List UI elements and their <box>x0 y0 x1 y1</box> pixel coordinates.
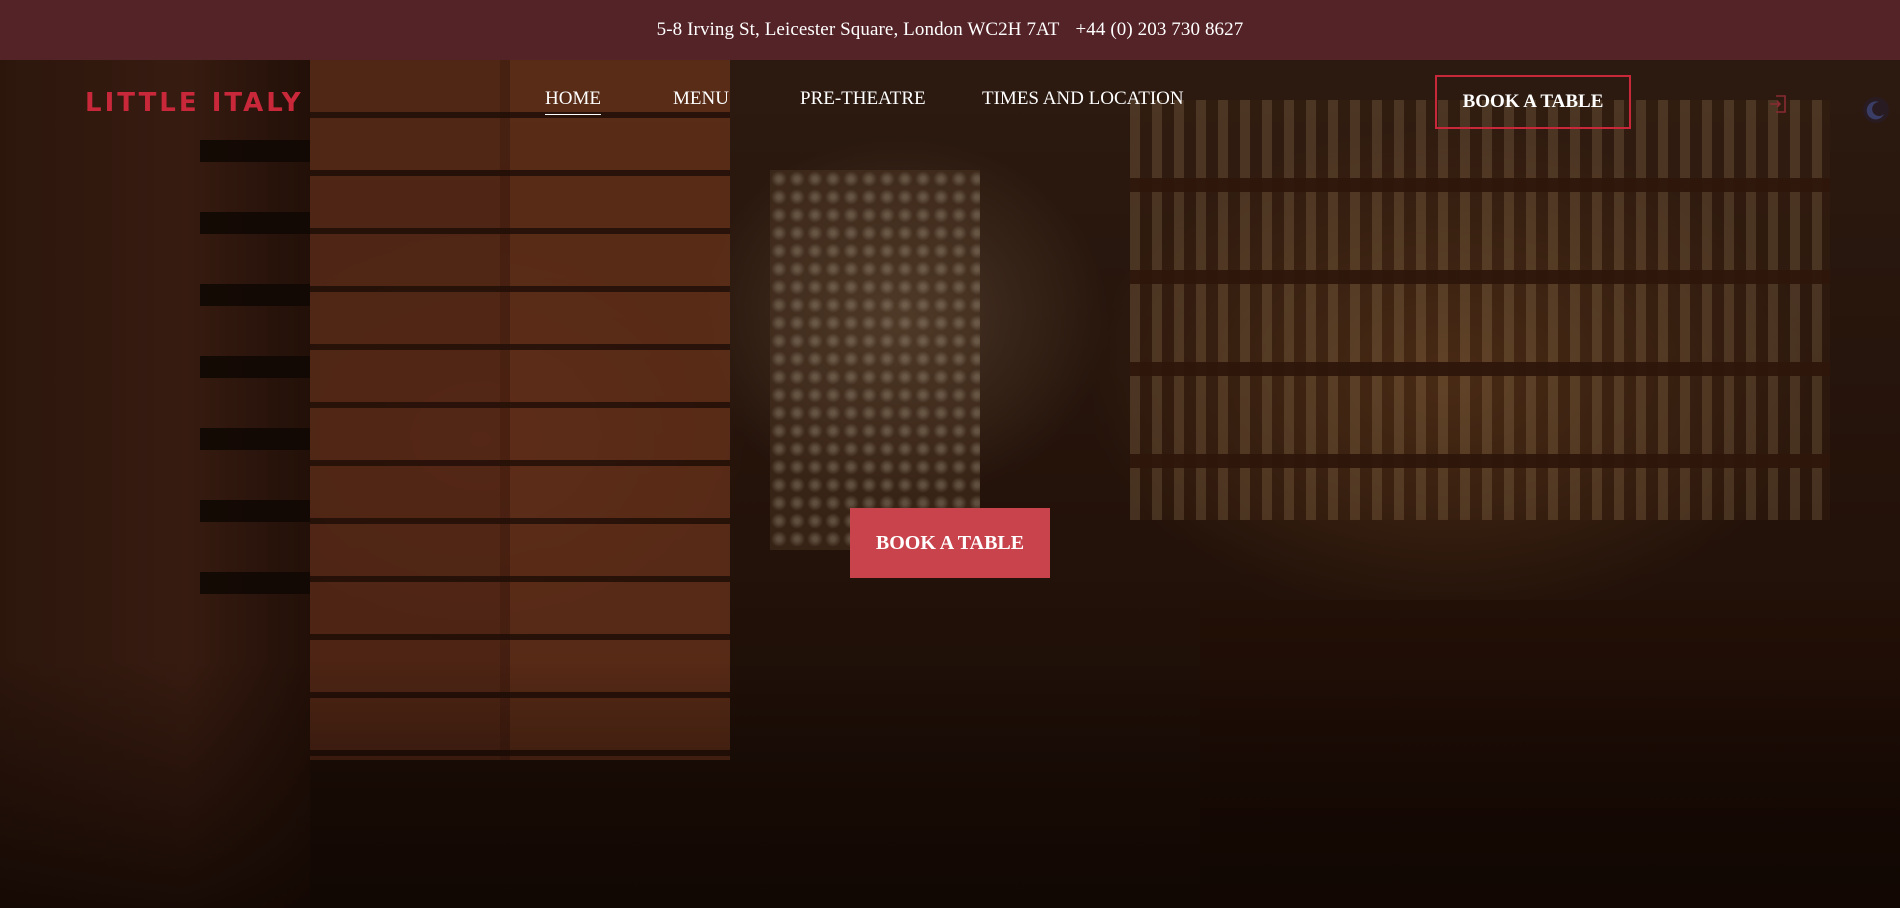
nav-pre-theatre[interactable]: PRE-THEATRE <box>800 88 926 110</box>
nav-menu[interactable]: MENU <box>673 88 729 110</box>
phone-link[interactable]: +44 (0) 203 730 8627 <box>1075 19 1243 41</box>
address-text: 5-8 Irving St, Leicester Square, London … <box>656 19 1060 40</box>
hero-overlay <box>0 60 1900 908</box>
nav-times-and-location[interactable]: TIMES AND LOCATION <box>982 88 1184 110</box>
moon-icon[interactable] <box>1862 96 1890 124</box>
book-table-nav-button[interactable]: BOOK A TABLE <box>1435 75 1631 129</box>
site-logo[interactable]: LITTLE ITALY <box>85 88 304 118</box>
login-icon[interactable] <box>1766 92 1790 116</box>
hero-background <box>0 60 1900 908</box>
nav-home[interactable]: HOME <box>545 88 601 115</box>
top-info-bar: 5-8 Irving St, Leicester Square, London … <box>0 0 1900 60</box>
book-table-hero-button[interactable]: BOOK A TABLE <box>850 508 1050 578</box>
